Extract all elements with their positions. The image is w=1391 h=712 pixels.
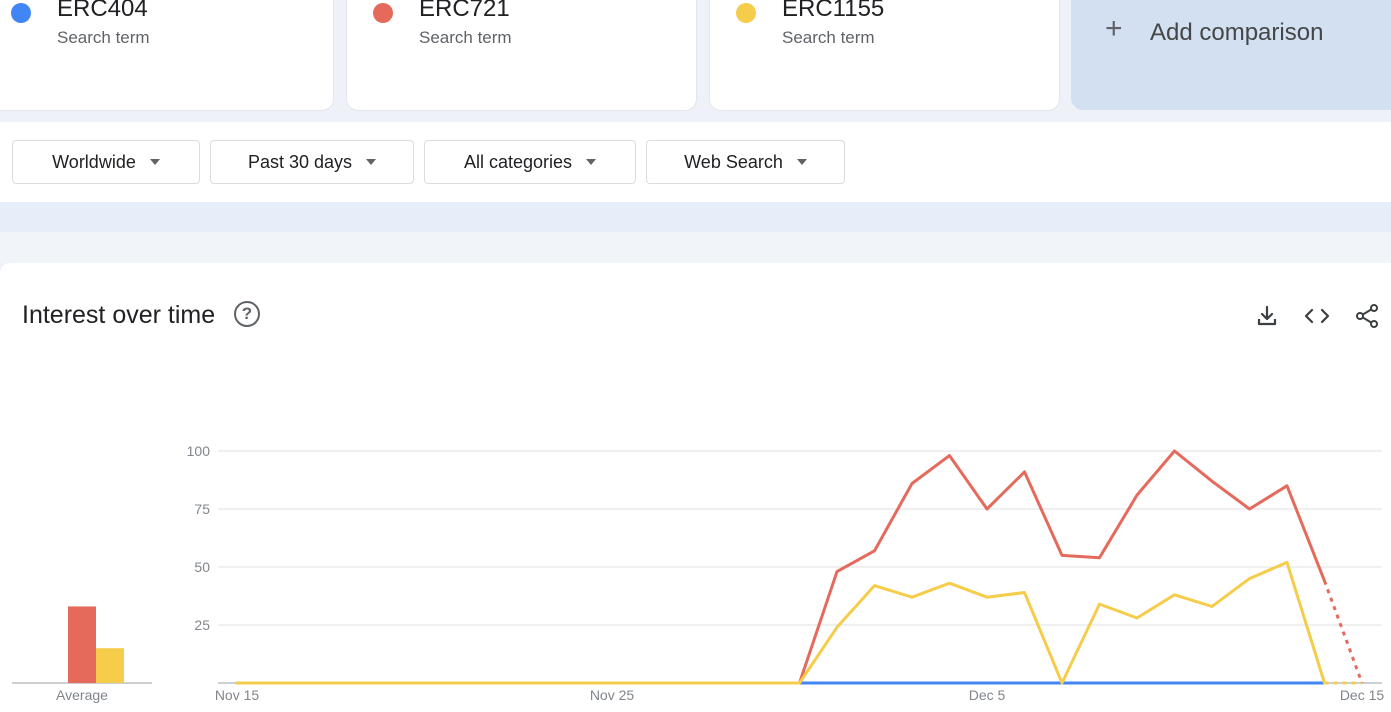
share-icon[interactable] [1354, 303, 1380, 329]
filter-bar: Worldwide Past 30 days All categories We… [0, 122, 1391, 202]
term-name[interactable]: ERC404 [57, 0, 148, 23]
term-type-label: Search term [419, 28, 512, 47]
category-dropdown[interactable]: All categories [424, 140, 636, 184]
panel-title: Interest over time [22, 301, 216, 329]
series-color-dot [736, 3, 756, 23]
time-range-dropdown[interactable]: Past 30 days [210, 140, 414, 184]
term-card-erc1155[interactable]: ERC1155 Search term [709, 0, 1060, 111]
term-type-label: Search term [57, 28, 150, 47]
embed-code-icon[interactable] [1304, 303, 1330, 329]
term-name[interactable]: ERC721 [419, 0, 510, 23]
help-circle-icon[interactable]: ? [234, 301, 260, 327]
add-comparison-button[interactable]: + Add comparison [1071, 0, 1391, 110]
series-color-dot [373, 3, 393, 23]
divider-band [0, 232, 1391, 263]
caret-down-icon [366, 159, 377, 165]
add-comparison-label: Add comparison [1150, 19, 1324, 46]
divider-band [0, 202, 1391, 232]
plus-icon: + [1105, 12, 1123, 45]
time-range-value: Past 30 days [247, 151, 353, 172]
search-terms-bar: ERC404 Search term ERC721 Search term ER… [0, 0, 1391, 122]
caret-down-icon [149, 159, 160, 165]
category-value: All categories [463, 151, 573, 172]
series-color-dot [11, 3, 31, 23]
search-type-value: Web Search [684, 151, 783, 172]
term-name[interactable]: ERC1155 [782, 0, 884, 23]
caret-down-icon [796, 159, 807, 165]
interest-over-time-panel: Interest over time ? [0, 263, 1391, 712]
caret-down-icon [586, 159, 597, 165]
term-card-erc404[interactable]: ERC404 Search term [0, 0, 334, 111]
region-value: Worldwide [52, 151, 136, 172]
search-type-dropdown[interactable]: Web Search [646, 140, 845, 184]
region-dropdown[interactable]: Worldwide [12, 140, 200, 184]
term-type-label: Search term [782, 28, 875, 47]
term-card-erc721[interactable]: ERC721 Search term [346, 0, 697, 111]
download-icon[interactable] [1254, 303, 1280, 329]
